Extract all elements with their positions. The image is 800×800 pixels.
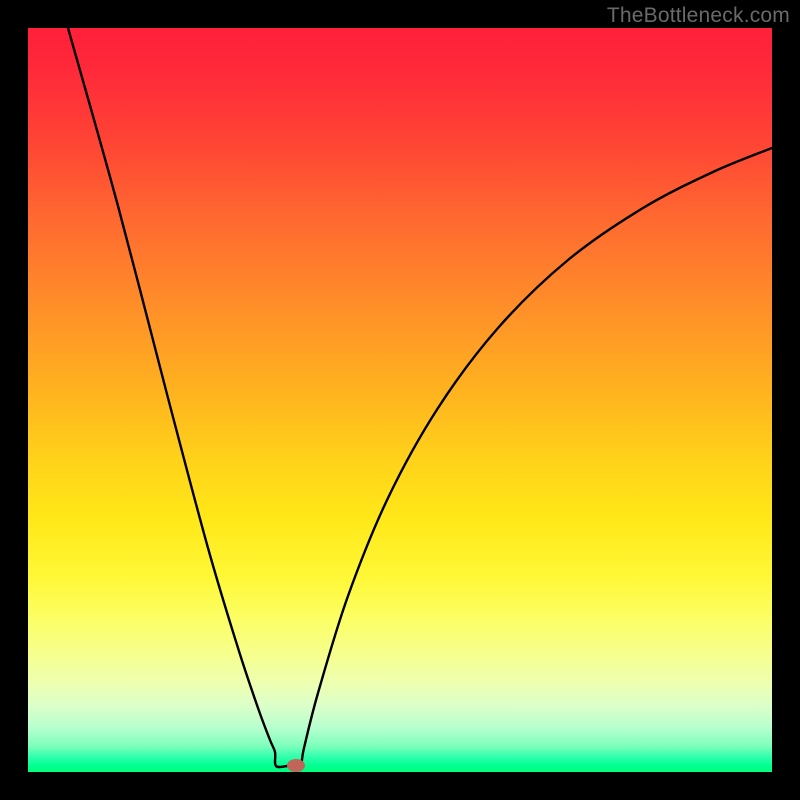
outer-frame: TheBottleneck.com <box>0 0 800 800</box>
watermark-text: TheBottleneck.com <box>607 4 790 28</box>
bottleneck-curve <box>28 28 772 772</box>
optimal-point-marker <box>287 759 305 772</box>
plot-area <box>28 28 772 772</box>
